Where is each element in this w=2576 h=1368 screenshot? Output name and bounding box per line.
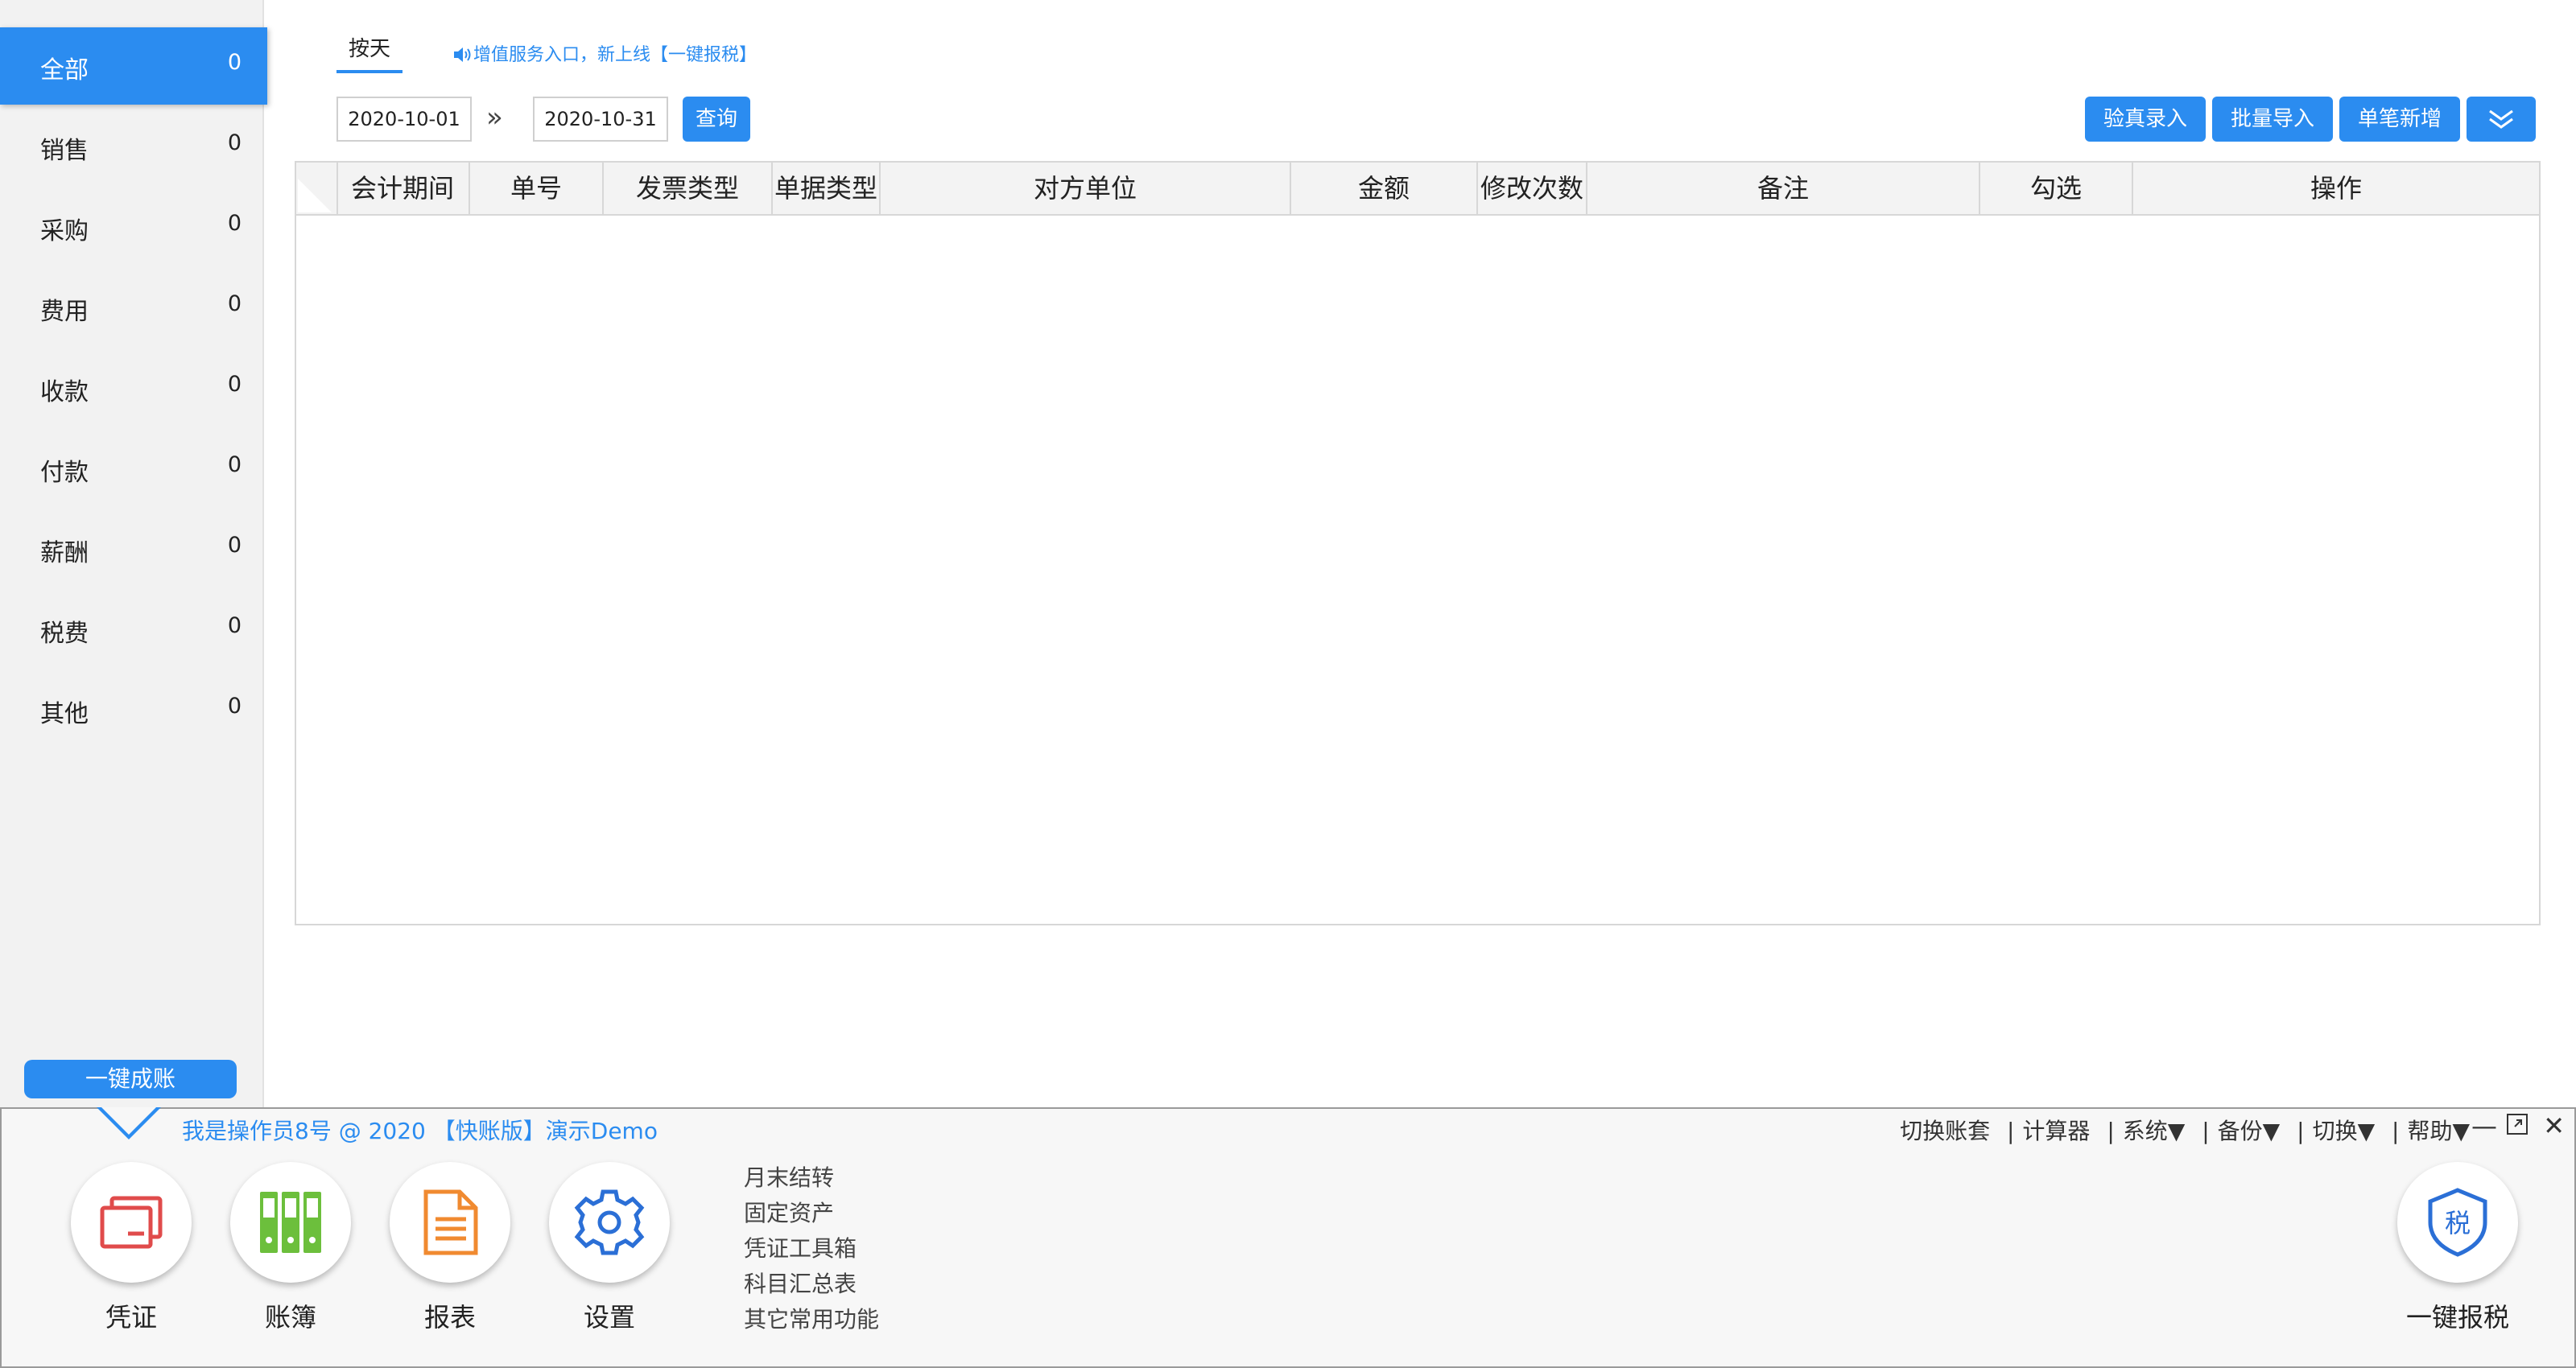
close-icon[interactable]: ✕ xyxy=(2543,1110,2565,1141)
documents-table: 会计期间 单号 发票类型 单据类型 对方单位 金额 修改次数 备注 勾选 操作 xyxy=(295,161,2541,925)
column-header-edit-count[interactable]: 修改次数 xyxy=(1478,163,1587,214)
report-icon xyxy=(423,1189,478,1255)
sidebar-item-count: 0 xyxy=(227,291,242,316)
table-corner-select-all[interactable] xyxy=(296,163,338,214)
sidebar-item-count: 0 xyxy=(227,372,242,397)
column-header-number[interactable]: 单号 xyxy=(470,163,604,214)
double-chevron-down-icon xyxy=(2485,107,2517,131)
voucher-button[interactable]: 凭证 xyxy=(71,1162,192,1334)
query-button[interactable]: 查询 xyxy=(683,97,750,142)
account-summary-link[interactable]: 科目汇总表 xyxy=(744,1267,879,1302)
one-click-booking-button[interactable]: 一键成账 xyxy=(24,1060,237,1098)
svg-text:税: 税 xyxy=(2445,1208,2471,1238)
start-date-input[interactable]: 2020-10-01 xyxy=(336,97,472,142)
sidebar-item-all[interactable]: 全部 0 xyxy=(0,27,267,105)
column-header-operation[interactable]: 操作 xyxy=(2133,163,2539,214)
sidebar-item-count: 0 xyxy=(227,694,242,719)
single-add-button[interactable]: 单笔新增 xyxy=(2339,97,2460,142)
settings-gear-icon xyxy=(574,1189,645,1255)
backup-menu[interactable]: 备份▼ xyxy=(2218,1118,2281,1144)
sidebar-item-count: 0 xyxy=(227,211,242,236)
sidebar-item-label: 收款 xyxy=(40,378,89,406)
one-click-tax-button[interactable]: 税 一键报税 xyxy=(2389,1162,2526,1334)
sidebar-item-receipt[interactable]: 收款 0 xyxy=(0,349,262,426)
sidebar-item-label: 税费 xyxy=(40,620,89,648)
tax-shield-icon: 税 xyxy=(2428,1188,2487,1257)
settings-label: 设置 xyxy=(583,1302,635,1333)
date-range-separator: » xyxy=(486,101,503,134)
sidebar-item-count: 0 xyxy=(227,130,242,155)
sidebar-item-payment[interactable]: 付款 0 xyxy=(0,430,262,507)
sidebar-item-count: 0 xyxy=(227,613,242,638)
sidebar-item-purchase[interactable]: 采购 0 xyxy=(0,188,262,266)
sidebar-item-label: 其他 xyxy=(40,700,89,728)
switch-account-set-link[interactable]: 切换账套 xyxy=(1900,1118,1990,1144)
calculator-link[interactable]: 计算器 xyxy=(2022,1118,2090,1144)
bottom-function-panel: 我是操作员8号 @ 2020 【快账版】演示Demo 切换账套 | 计算器 | 系统… xyxy=(0,1107,2576,1368)
end-date-input[interactable]: 2020-10-31 xyxy=(533,97,668,142)
verify-entry-button[interactable]: 验真录入 xyxy=(2085,97,2206,142)
quick-links-list: 月末结转 固定资产 凭证工具箱 科目汇总表 其它常用功能 xyxy=(744,1160,879,1337)
sidebar-item-label: 全部 xyxy=(40,56,89,84)
batch-import-button[interactable]: 批量导入 xyxy=(2212,97,2333,142)
table-header: 会计期间 单号 发票类型 单据类型 对方单位 金额 修改次数 备注 勾选 操作 xyxy=(296,163,2539,216)
user-account-info: 我是操作员8号 @ 2020 【快账版】演示Demo xyxy=(182,1118,658,1144)
voucher-icon xyxy=(100,1196,163,1249)
fixed-assets-link[interactable]: 固定资产 xyxy=(744,1196,879,1231)
column-header-period[interactable]: 会计期间 xyxy=(336,163,470,214)
sidebar-item-expense[interactable]: 费用 0 xyxy=(0,269,262,346)
sidebar-item-label: 采购 xyxy=(40,217,89,245)
report-button[interactable]: 报表 xyxy=(390,1162,510,1334)
ledger-label: 账簿 xyxy=(264,1302,316,1333)
other-functions-link[interactable]: 其它常用功能 xyxy=(744,1302,879,1337)
voucher-toolbox-link[interactable]: 凭证工具箱 xyxy=(744,1231,879,1267)
notice-banner[interactable]: 增值服务入口，新上线【一键报税】 xyxy=(452,40,757,68)
switch-menu[interactable]: 切换▼ xyxy=(2313,1118,2376,1144)
sidebar-item-other[interactable]: 其他 0 xyxy=(0,671,262,748)
report-label: 报表 xyxy=(423,1302,476,1333)
column-header-counterparty[interactable]: 对方单位 xyxy=(881,163,1291,214)
minimize-icon[interactable]: — xyxy=(2471,1110,2497,1141)
speaker-icon xyxy=(452,46,473,68)
sidebar-item-label: 薪酬 xyxy=(40,539,89,567)
voucher-label: 凭证 xyxy=(105,1302,157,1333)
category-sidebar: 全部 0 销售 0 采购 0 费用 0 收款 0 付款 0 薪酬 0 税费 0 … xyxy=(0,0,267,1107)
one-click-tax-label: 一键报税 xyxy=(2405,1302,2509,1333)
notice-text: 增值服务入口，新上线【一键报税】 xyxy=(473,45,758,65)
column-header-doc-type[interactable]: 单据类型 xyxy=(773,163,881,214)
sidebar-item-sales[interactable]: 销售 0 xyxy=(0,108,262,185)
column-header-amount[interactable]: 金额 xyxy=(1291,163,1478,214)
column-header-remark[interactable]: 备注 xyxy=(1587,163,1980,214)
sidebar-item-label: 费用 xyxy=(40,298,89,326)
sidebar-item-tax[interactable]: 税费 0 xyxy=(0,591,262,668)
sidebar-item-label: 付款 xyxy=(40,459,89,487)
restore-icon[interactable] xyxy=(2505,1112,2529,1143)
settings-button[interactable]: 设置 xyxy=(549,1162,670,1334)
column-header-check[interactable]: 勾选 xyxy=(1980,163,2133,214)
top-links: 切换账套 | 计算器 | 系统▼ | 备份▼ | 切换▼ | 帮助▼ xyxy=(1900,1118,2470,1144)
sidebar-item-label: 销售 xyxy=(40,137,89,165)
sidebar-item-count: 0 xyxy=(227,50,242,75)
column-header-invoice-type[interactable]: 发票类型 xyxy=(604,163,773,214)
sidebar-item-count: 0 xyxy=(227,533,242,558)
ledger-button[interactable]: 账簿 xyxy=(230,1162,351,1334)
ledger-icon xyxy=(260,1192,321,1253)
sidebar-item-salary[interactable]: 薪酬 0 xyxy=(0,510,262,587)
more-actions-button[interactable] xyxy=(2467,97,2536,142)
system-menu[interactable]: 系统▼ xyxy=(2123,1118,2186,1144)
month-end-carryover-link[interactable]: 月末结转 xyxy=(744,1160,879,1196)
help-menu[interactable]: 帮助▼ xyxy=(2407,1118,2470,1144)
sidebar-item-count: 0 xyxy=(227,452,242,477)
tab-by-day[interactable]: 按天 xyxy=(336,32,402,73)
